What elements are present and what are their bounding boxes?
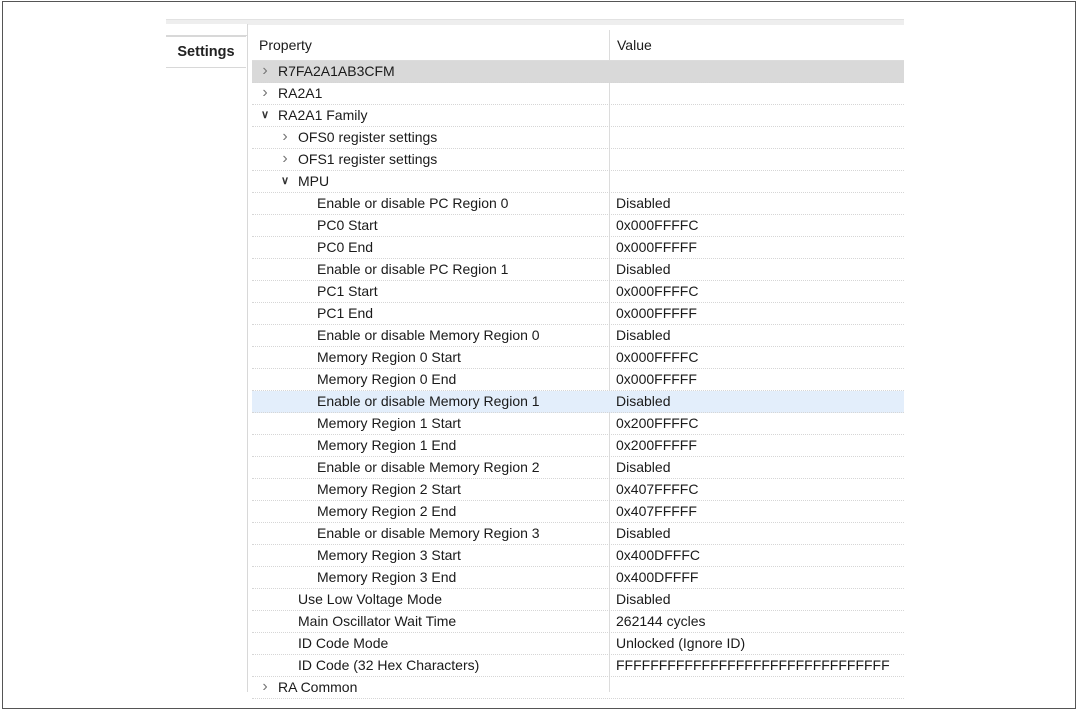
tab-top-line: [166, 24, 247, 36]
property-row[interactable]: PC1 End 0x000FFFFF: [252, 303, 904, 325]
row-value[interactable]: 0x400DFFFC: [616, 547, 700, 563]
row-label: PC0 End: [317, 239, 374, 255]
chevron-right-icon[interactable]: [258, 680, 272, 694]
row-label: Enable or disable PC Region 0: [317, 195, 509, 211]
row-value[interactable]: FFFFFFFFFFFFFFFFFFFFFFFFFFFFFFFF: [616, 657, 890, 673]
row-value[interactable]: 0x000FFFFC: [616, 217, 698, 233]
property-row[interactable]: Memory Region 0 Start 0x000FFFFC: [252, 347, 904, 369]
chevron-down-icon[interactable]: [278, 174, 292, 188]
row-value[interactable]: Disabled: [616, 261, 670, 277]
tree-row-ra2a1-family[interactable]: RA2A1 Family: [252, 105, 904, 127]
chevron-right-icon[interactable]: [278, 130, 292, 144]
row-value[interactable]: Disabled: [616, 393, 670, 409]
row-value[interactable]: 0x200FFFFC: [616, 415, 698, 431]
row-label: Memory Region 1 End: [317, 437, 457, 453]
tab-settings[interactable]: Settings: [166, 36, 246, 68]
row-value[interactable]: 0x200FFFFF: [616, 437, 697, 453]
row-label: OFS0 register settings: [298, 129, 438, 145]
row-label: Enable or disable PC Region 1: [317, 261, 509, 277]
table-header: Property Value: [252, 30, 904, 61]
row-label: RA2A1 Family: [278, 107, 368, 123]
row-value[interactable]: 0x000FFFFC: [616, 283, 698, 299]
property-row[interactable]: Memory Region 2 End 0x407FFFFF: [252, 501, 904, 523]
property-row[interactable]: Enable or disable PC Region 1 Disabled: [252, 259, 904, 281]
column-header-property[interactable]: Property: [259, 37, 312, 53]
row-label: Enable or disable Memory Region 1: [317, 393, 540, 409]
property-row[interactable]: Memory Region 3 Start 0x400DFFFC: [252, 545, 904, 567]
property-row[interactable]: Memory Region 1 End 0x200FFFFF: [252, 435, 904, 457]
property-row[interactable]: ID Code Mode Unlocked (Ignore ID): [252, 633, 904, 655]
row-label: Enable or disable Memory Region 2: [317, 459, 540, 475]
row-value[interactable]: 262144 cycles: [616, 613, 706, 629]
chevron-down-icon[interactable]: [258, 108, 272, 122]
row-label: R7FA2A1AB3CFM: [278, 63, 395, 79]
tree-row-ra-common[interactable]: RA Common: [252, 677, 904, 699]
tree-row-ra2a1[interactable]: RA2A1: [252, 83, 904, 105]
chevron-right-icon[interactable]: [258, 86, 272, 100]
row-value[interactable]: Disabled: [616, 195, 670, 211]
column-header-value[interactable]: Value: [617, 37, 652, 53]
row-label: Enable or disable Memory Region 0: [317, 327, 540, 343]
row-value[interactable]: 0x407FFFFC: [616, 481, 698, 497]
row-value[interactable]: Disabled: [616, 591, 670, 607]
property-row[interactable]: Memory Region 3 End 0x400DFFFF: [252, 567, 904, 589]
property-row[interactable]: PC0 End 0x000FFFFF: [252, 237, 904, 259]
property-grid: Property Value R7FA2A1AB3CFM RA2A1 RA2A1…: [252, 30, 904, 699]
tree-row-ofs0[interactable]: OFS0 register settings: [252, 127, 904, 149]
row-value[interactable]: Unlocked (Ignore ID): [616, 635, 745, 651]
row-label: Memory Region 1 Start: [317, 415, 461, 431]
row-label: Memory Region 2 Start: [317, 481, 461, 497]
row-label: PC1 End: [317, 305, 374, 321]
property-row[interactable]: Enable or disable PC Region 0 Disabled: [252, 193, 904, 215]
row-label: PC0 Start: [317, 217, 378, 233]
row-label: Use Low Voltage Mode: [298, 591, 442, 607]
row-label: PC1 Start: [317, 283, 378, 299]
property-row[interactable]: Memory Region 1 Start 0x200FFFFC: [252, 413, 904, 435]
row-value[interactable]: 0x000FFFFC: [616, 349, 698, 365]
property-row[interactable]: Main Oscillator Wait Time 262144 cycles: [252, 611, 904, 633]
row-label: Memory Region 3 End: [317, 569, 457, 585]
row-value[interactable]: Disabled: [616, 327, 670, 343]
row-value[interactable]: 0x000FFFFF: [616, 239, 697, 255]
tree-row-ofs1[interactable]: OFS1 register settings: [252, 149, 904, 171]
property-row[interactable]: PC1 Start 0x000FFFFC: [252, 281, 904, 303]
tree-row-mpu[interactable]: MPU: [252, 171, 904, 193]
property-row[interactable]: Enable or disable Memory Region 0 Disabl…: [252, 325, 904, 347]
property-row[interactable]: PC0 Start 0x000FFFFC: [252, 215, 904, 237]
row-label: OFS1 register settings: [298, 151, 438, 167]
row-label: Main Oscillator Wait Time: [298, 613, 457, 629]
property-row[interactable]: ID Code (32 Hex Characters) FFFFFFFFFFFF…: [252, 655, 904, 677]
tree-row-r7fa2a1ab3cfm[interactable]: R7FA2A1AB3CFM: [252, 61, 904, 83]
row-value[interactable]: 0x000FFFFF: [616, 371, 697, 387]
row-label: Enable or disable Memory Region 3: [317, 525, 540, 541]
row-label: ID Code (32 Hex Characters): [298, 657, 480, 673]
row-label: Memory Region 2 End: [317, 503, 457, 519]
row-label: Memory Region 0 End: [317, 371, 457, 387]
row-value[interactable]: 0x000FFFFF: [616, 305, 697, 321]
row-value[interactable]: 0x400DFFFF: [616, 569, 698, 585]
property-row[interactable]: Use Low Voltage Mode Disabled: [252, 589, 904, 611]
property-row-selected[interactable]: Enable or disable Memory Region 1 Disabl…: [252, 391, 904, 413]
chevron-right-icon[interactable]: [278, 152, 292, 166]
row-label: RA Common: [278, 679, 358, 695]
left-tab-bar: Settings: [166, 24, 248, 692]
panel-top-strip: [166, 19, 904, 25]
row-label: RA2A1: [278, 85, 323, 101]
property-row[interactable]: Memory Region 2 Start 0x407FFFFC: [252, 479, 904, 501]
row-label: MPU: [298, 173, 330, 189]
row-value[interactable]: 0x407FFFFF: [616, 503, 697, 519]
row-label: ID Code Mode: [298, 635, 389, 651]
chevron-right-icon[interactable]: [258, 64, 272, 78]
property-row[interactable]: Enable or disable Memory Region 2 Disabl…: [252, 457, 904, 479]
row-value[interactable]: Disabled: [616, 459, 670, 475]
row-value[interactable]: Disabled: [616, 525, 670, 541]
row-label: Memory Region 3 Start: [317, 547, 461, 563]
row-label: Memory Region 0 Start: [317, 349, 461, 365]
property-row[interactable]: Enable or disable Memory Region 3 Disabl…: [252, 523, 904, 545]
property-row[interactable]: Memory Region 0 End 0x000FFFFF: [252, 369, 904, 391]
